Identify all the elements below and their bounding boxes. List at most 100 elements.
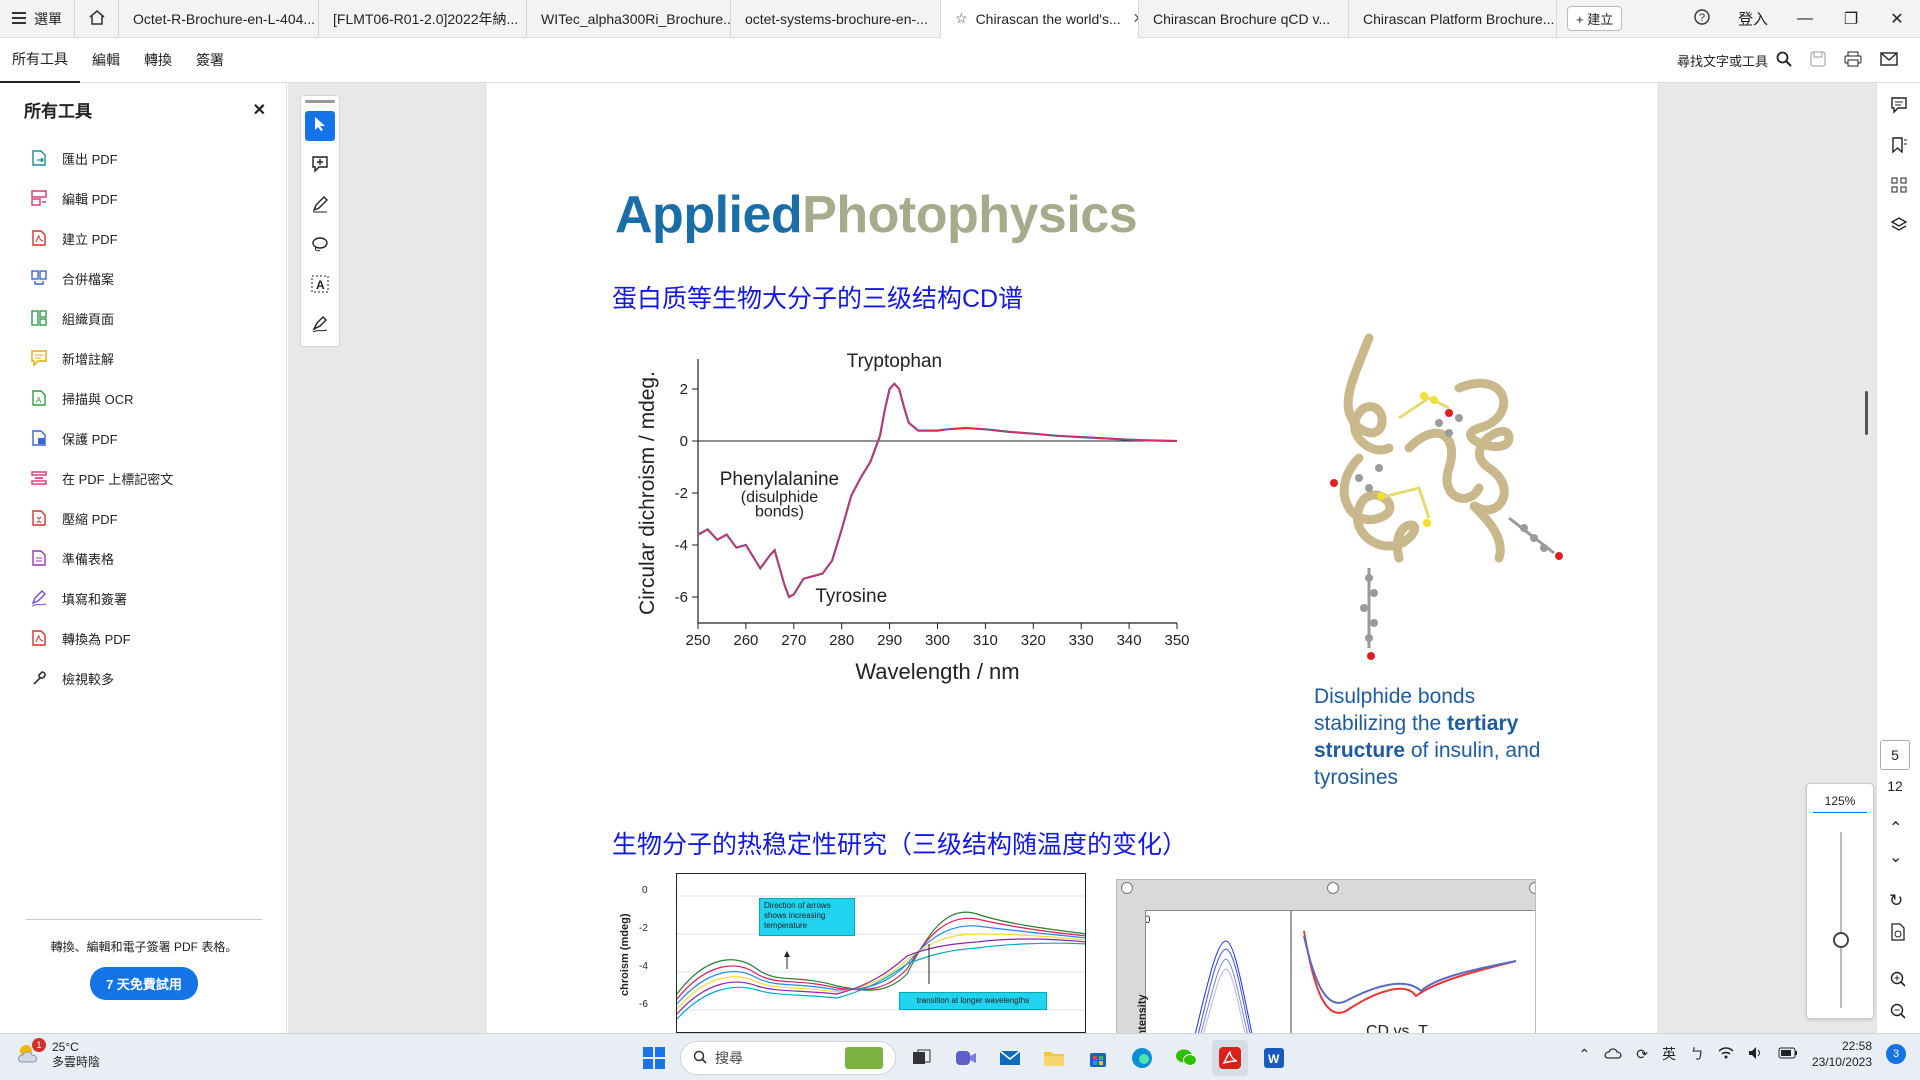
all-tools-panel: 所有工具 ✕ 匯出 PDF 編輯 PDF 建立 PDF 合併檔案 組織頁面 新增註解 A 掃描… [0,83,287,1033]
help-icon[interactable]: ? [1680,9,1724,28]
tool-item-export-pdf[interactable]: 匯出 PDF [0,138,286,178]
close-panel-icon[interactable]: ✕ [253,100,266,120]
chevron-up-icon[interactable]: ⌃ [1578,1046,1590,1063]
tool-item-combine-files[interactable]: 合併檔案 [0,258,286,298]
document-viewport[interactable]: AppliedPhotophysics 蛋白质等生物大分子的三级结构CD谱 25… [288,83,1876,1033]
free-trial-button[interactable]: 7 天免費試用 [90,967,198,1000]
svg-text:A: A [36,396,42,405]
new-tab-button[interactable]: + 建立 [1567,6,1623,31]
fig2-ylabel: chroism (mdeg) [619,913,631,996]
task-view-button[interactable] [904,1040,940,1076]
y-tick-label: -4 [675,537,688,554]
document-tab[interactable]: Chirascan Brochure qCD v... [1139,0,1349,38]
ime-language[interactable]: 英 [1662,1044,1676,1064]
tool-item-fill-sign[interactable]: 填寫和簽署 [0,578,286,618]
home-button[interactable] [75,0,119,38]
tool-item-edit-pdf[interactable]: 編輯 PDF [0,178,286,218]
print-icon[interactable] [1844,51,1862,70]
menu-sign[interactable]: 簽署 [184,38,236,83]
sync-icon[interactable]: ⟳ [1636,1046,1648,1063]
draw-tool-button[interactable] [305,231,335,261]
svg-text:?: ? [1699,12,1705,24]
resize-handle-icon[interactable] [1327,882,1339,894]
page-info-icon[interactable] [1890,923,1906,946]
y-axis-label: Circular dichroism / mdeg. [637,371,659,615]
resize-handle-icon[interactable] [1121,882,1133,894]
tool-item-compress-pdf[interactable]: 壓縮 PDF [0,498,286,538]
zoom-slider-track[interactable] [1840,832,1842,1008]
close-window-icon[interactable]: ✕ [1874,9,1920,29]
tool-item-add-comment[interactable]: 新增註解 [0,338,286,378]
bookmarks-panel-button[interactable] [1877,127,1920,167]
sign-tool-button[interactable] [305,311,335,341]
resize-handle-icon[interactable] [1529,882,1535,894]
mail-app[interactable] [992,1040,1028,1076]
ime-mode-icon[interactable]: ㄅ [1690,1044,1704,1064]
battery-icon[interactable] [1778,1046,1798,1062]
weather-widget[interactable]: 1 25°C 多雲時陰 [16,1038,100,1070]
add-comment-button[interactable] [305,151,335,181]
tool-item-redact[interactable]: 在 PDF 上標記密文 [0,458,286,498]
organize-pages-icon [30,309,48,327]
rotate-icon[interactable]: ↻ [1889,891,1903,911]
select-tool-button[interactable] [305,111,335,141]
document-tab[interactable]: [FLMT06-R01-2.0]2022年納... [319,0,527,38]
minimize-icon[interactable]: — [1782,10,1828,28]
store-app[interactable] [1080,1040,1116,1076]
zoom-slider-thumb[interactable] [1833,932,1849,948]
tool-item-protect-pdf[interactable]: 保護 PDF [0,418,286,458]
zoom-out-icon[interactable] [1890,1003,1906,1024]
menu-all-tools[interactable]: 所有工具 [0,38,80,83]
highlight-tool-button[interactable] [305,191,335,221]
tab-label: Octet-R-Brochure-en-L-404... [133,10,316,27]
document-tab[interactable]: Chirascan Platform Brochure... [1349,0,1557,38]
restore-icon[interactable]: ❐ [1828,9,1874,29]
zoom-in-icon[interactable] [1890,971,1906,992]
layers-panel-button[interactable] [1877,207,1920,247]
tool-item-organize-pages[interactable]: 組織頁面 [0,298,286,338]
edge-app[interactable] [1124,1040,1160,1076]
current-page-input[interactable]: 5 [1880,740,1910,770]
tool-item-convert-pdf[interactable]: 轉換為 PDF [0,618,286,658]
onedrive-icon[interactable] [1604,1046,1622,1063]
file-explorer-app[interactable] [1036,1040,1072,1076]
tool-item-create-pdf[interactable]: 建立 PDF [0,218,286,258]
teams-app[interactable] [948,1040,984,1076]
clock[interactable]: 22:58 23/10/2023 [1812,1038,1872,1070]
save-icon[interactable] [1810,51,1826,70]
thermal-cd-figure: chroism (mdeg) 0 -2 -4 -6 Direction of a… [612,873,1087,1033]
scrollbar-thumb[interactable] [1865,391,1868,435]
wifi-icon[interactable] [1718,1046,1734,1063]
taskbar-search[interactable]: 搜尋 [680,1041,896,1075]
tool-item-prepare-form[interactable]: 準備表格 [0,538,286,578]
comments-panel-button[interactable] [1877,87,1920,127]
menu-edit[interactable]: 編輯 [80,38,132,83]
sign-in-button[interactable]: 登入 [1724,8,1782,29]
notification-badge[interactable]: 3 [1886,1044,1906,1064]
tool-item-scan-ocr[interactable]: A 掃描與 OCR [0,378,286,418]
start-button[interactable] [636,1040,672,1076]
email-icon[interactable] [1880,51,1898,69]
document-tab-active[interactable]: ☆ Chirascan the world's... ✕ [941,0,1139,38]
star-icon[interactable]: ☆ [955,10,968,27]
menu-button[interactable]: 選單 [0,0,75,38]
document-tab[interactable]: WITec_alpha300Ri_Brochure... [527,0,731,38]
acrobat-icon [1219,1047,1241,1069]
text-select-button[interactable]: A [305,271,335,301]
document-tab[interactable]: Octet-R-Brochure-en-L-404... [119,0,319,38]
document-tab[interactable]: octet-systems-brochure-en-... [731,0,941,38]
word-app[interactable]: W [1256,1040,1292,1076]
drag-handle[interactable] [305,100,335,103]
zoom-level-input[interactable]: 125% [1813,794,1867,813]
page-up-icon[interactable]: ⌃ [1889,818,1902,838]
page-down-icon[interactable]: ⌄ [1889,847,1902,867]
find-text-tools[interactable]: 尋找文字或工具 [1677,51,1792,70]
thumbnails-panel-button[interactable] [1877,167,1920,207]
acrobat-app[interactable] [1212,1040,1248,1076]
wechat-app[interactable] [1168,1040,1204,1076]
fill-sign-icon [30,589,48,607]
volume-icon[interactable] [1748,1046,1764,1063]
tab-label: WITec_alpha300Ri_Brochure... [541,10,731,27]
tool-item-more-tools[interactable]: 檢視較多 [0,658,286,698]
menu-convert[interactable]: 轉換 [132,38,184,83]
